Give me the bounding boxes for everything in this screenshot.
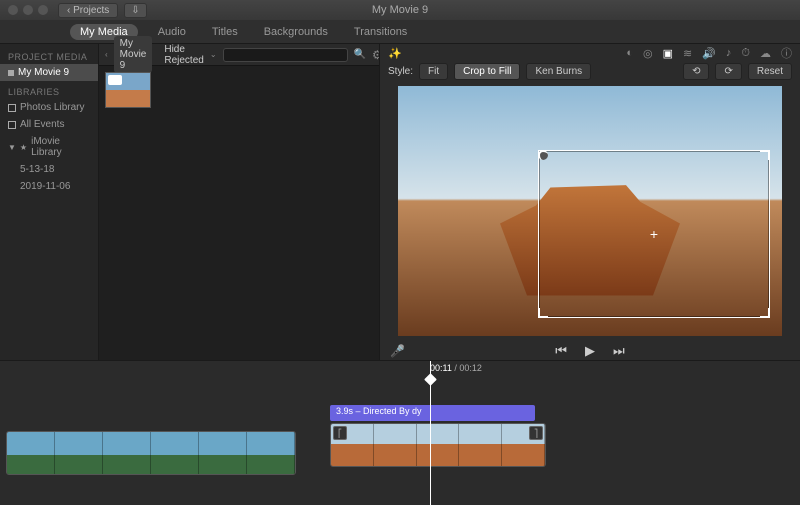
sidebar-item-events[interactable]: All Events bbox=[0, 116, 98, 133]
crop-handle-tl[interactable] bbox=[538, 150, 548, 160]
stabilize-icon[interactable]: ≋ bbox=[683, 47, 692, 60]
back-label: Projects bbox=[73, 5, 109, 16]
chevron-down-icon: ▼ bbox=[8, 143, 16, 152]
timeline[interactable]: 00:11 / 00:12 3.9s – Directed By dy ⎡ ⎤ bbox=[0, 360, 800, 505]
filter-label[interactable]: Hide Rejected bbox=[164, 44, 203, 66]
voiceover-icon[interactable]: 🎤 bbox=[390, 344, 405, 358]
sidebar-item-imovie-library[interactable]: ▼ ★ iMovie Library bbox=[0, 133, 98, 161]
tab-titles[interactable]: Titles bbox=[206, 22, 244, 42]
style-crop-to-fill[interactable]: Crop to Fill bbox=[454, 63, 520, 80]
viewer-tool-row: ✨ ◐ ◎ ▣ ≋ 🔊 ♪ ⏱ ☁ ⓘ bbox=[380, 44, 800, 63]
playhead[interactable] bbox=[430, 361, 431, 505]
playback-controls: 🎤 ⏮ ▶ ⏭ bbox=[380, 342, 800, 361]
project-icon bbox=[8, 70, 14, 76]
sidebar-item-photos[interactable]: Photos Library bbox=[0, 99, 98, 116]
prev-button[interactable]: ⏮ bbox=[555, 343, 567, 359]
sidebar-item-label: Photos Library bbox=[20, 102, 84, 113]
import-button[interactable]: ⇩ bbox=[124, 3, 146, 18]
media-browser: ‹ My Movie 9 Hide Rejected ⌄ 🔍 ⚙ bbox=[99, 44, 379, 360]
video-clip-2[interactable]: ⎡ ⎤ bbox=[330, 423, 546, 467]
back-icon[interactable]: ‹ bbox=[105, 50, 108, 59]
back-to-projects-button[interactable]: ‹ Projects bbox=[58, 3, 118, 18]
filter-icon[interactable]: ☁ bbox=[760, 47, 771, 60]
reset-button[interactable]: Reset bbox=[748, 63, 792, 80]
sidebar-section-libraries: LIBRARIES bbox=[0, 81, 98, 99]
crop-handle-br[interactable] bbox=[760, 308, 770, 318]
sidebar-item-event2[interactable]: 2019-11-06 bbox=[0, 178, 98, 195]
tab-backgrounds[interactable]: Backgrounds bbox=[258, 22, 334, 42]
current-time: 00:11 bbox=[430, 363, 452, 373]
sidebar-item-label: iMovie Library bbox=[31, 136, 90, 158]
rotate-ccw-button[interactable]: ⟲ bbox=[683, 63, 709, 80]
sidebar-item-label: 2019-11-06 bbox=[20, 181, 70, 192]
browser-toolbar: ‹ My Movie 9 Hide Rejected ⌄ 🔍 ⚙ bbox=[99, 44, 379, 66]
sidebar-item-label: My Movie 9 bbox=[18, 67, 69, 78]
media-thumbnail[interactable] bbox=[105, 72, 151, 108]
timeline-ruler[interactable]: 00:11 / 00:12 bbox=[0, 361, 800, 379]
timeline-tracks[interactable]: 3.9s – Directed By dy ⎡ ⎤ bbox=[0, 379, 800, 399]
events-icon bbox=[8, 121, 16, 129]
video-clip-1[interactable] bbox=[6, 431, 296, 475]
star-icon: ★ bbox=[20, 143, 27, 152]
clip-handle-left[interactable]: ⎡ bbox=[333, 426, 347, 440]
tab-audio[interactable]: Audio bbox=[152, 22, 192, 42]
photos-icon bbox=[8, 104, 16, 112]
title-clip[interactable]: 3.9s – Directed By dy bbox=[330, 405, 535, 421]
window-title: My Movie 9 bbox=[372, 4, 428, 16]
style-fit[interactable]: Fit bbox=[419, 63, 448, 80]
style-ken-burns[interactable]: Ken Burns bbox=[526, 63, 591, 80]
crop-icon[interactable]: ▣ bbox=[663, 47, 673, 60]
style-label: Style: bbox=[388, 66, 413, 77]
window-titlebar: ‹ Projects ⇩ My Movie 9 bbox=[0, 0, 800, 20]
timecode: 00:11 / 00:12 bbox=[430, 363, 482, 373]
color-correction-icon[interactable]: ◎ bbox=[643, 47, 653, 60]
chevron-down-icon[interactable]: ⌄ bbox=[210, 50, 217, 59]
noise-icon[interactable]: ♪ bbox=[726, 47, 732, 59]
sidebar-item-label: All Events bbox=[20, 119, 64, 130]
crop-style-bar: Style: Fit Crop to Fill Ken Burns ⟲ ⟳ Re… bbox=[380, 63, 800, 80]
preview-viewer: ✨ ◐ ◎ ▣ ≋ 🔊 ♪ ⏱ ☁ ⓘ Style: Fit Crop to F… bbox=[379, 44, 800, 360]
sidebar-item-project[interactable]: My Movie 9 bbox=[0, 64, 98, 81]
speed-icon[interactable]: ⏱ bbox=[741, 47, 750, 60]
crop-handle-tr[interactable] bbox=[760, 150, 770, 160]
volume-icon[interactable]: 🔊 bbox=[702, 47, 716, 60]
sidebar-item-event1[interactable]: 5-13-18 bbox=[0, 161, 98, 178]
preview-canvas[interactable]: + bbox=[398, 86, 782, 336]
search-icon: 🔍 bbox=[354, 49, 366, 60]
clip-handle-right[interactable]: ⎤ bbox=[529, 426, 543, 440]
total-time: 00:12 bbox=[459, 363, 482, 373]
sidebar-section-project: PROJECT MEDIA bbox=[0, 46, 98, 64]
color-balance-icon[interactable]: ◐ bbox=[626, 47, 633, 59]
next-button[interactable]: ⏭ bbox=[613, 343, 625, 359]
tab-transitions[interactable]: Transitions bbox=[348, 22, 413, 42]
search-input[interactable] bbox=[223, 48, 348, 62]
traffic-lights[interactable] bbox=[8, 5, 48, 15]
wand-icon[interactable]: ✨ bbox=[388, 47, 402, 60]
rotate-cw-button[interactable]: ⟳ bbox=[715, 63, 741, 80]
sidebar-item-label: 5-13-18 bbox=[20, 164, 54, 175]
crop-handle-bl[interactable] bbox=[538, 308, 548, 318]
crop-rect[interactable]: + bbox=[538, 150, 770, 318]
crop-center-icon: + bbox=[650, 226, 658, 242]
play-button[interactable]: ▶ bbox=[585, 343, 595, 359]
sidebar: PROJECT MEDIA My Movie 9 LIBRARIES Photo… bbox=[0, 44, 99, 360]
info-icon[interactable]: ⓘ bbox=[781, 45, 792, 61]
